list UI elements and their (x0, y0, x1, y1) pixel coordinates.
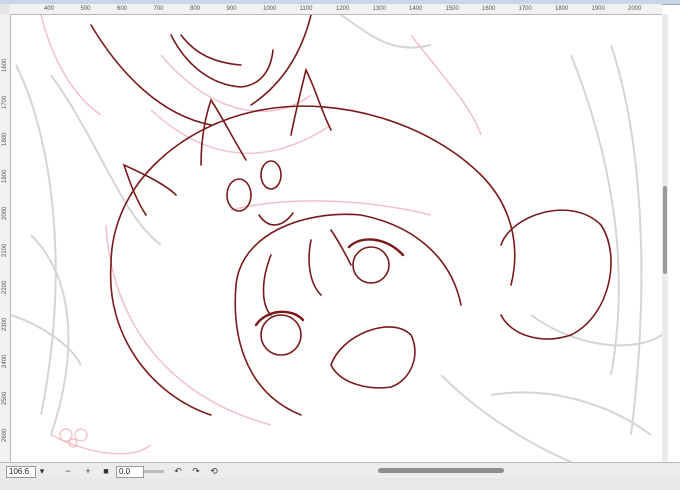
ruler-top-tick: 400 (44, 6, 55, 12)
ruler-left-tick: 2100 (2, 243, 8, 257)
zoom-out-dropdown-icon[interactable]: ▾ (36, 466, 48, 477)
rotation-input[interactable]: 0.0 (116, 466, 144, 478)
ruler-top-tick: 700 (153, 6, 164, 12)
sketch-artwork (11, 15, 662, 462)
rotate-left-icon[interactable]: ↶ (172, 466, 184, 477)
ruler-top-tick: 1600 (482, 6, 496, 12)
ruler-left: 1600 1700 1800 1900 2000 2100 2200 2300 2400 2500… (0, 14, 11, 462)
ruler-top-tick: 1500 (445, 6, 459, 12)
rotate-right-icon[interactable]: ↷ (190, 466, 202, 477)
ruler-top-tick: 1200 (336, 6, 350, 12)
ruler-left-tick: 1800 (2, 132, 8, 146)
ruler-left-tick: 2600 (2, 428, 8, 442)
horizontal-scroll-thumb[interactable] (378, 468, 504, 473)
ruler-top-tick: 1300 (372, 6, 386, 12)
navigator-bar: 106.6 ▾ − + ■ 0.0 ↶ ↷ ⟲ (0, 462, 680, 479)
ruler-left-tick: 1700 (2, 95, 8, 109)
drawing-canvas[interactable] (11, 15, 662, 462)
ruler-top-tick: 1700 (518, 6, 532, 12)
rotation-slider[interactable] (144, 470, 164, 473)
ruler-top-tick: 600 (117, 6, 128, 12)
ruler-left-tick: 1900 (2, 169, 8, 183)
ruler-left-tick: 2200 (2, 280, 8, 294)
ruler-left-tick: 2400 (2, 354, 8, 368)
ruler-top-tick: 1400 (409, 6, 423, 12)
status-strip (0, 478, 680, 490)
square-icon[interactable]: ■ (100, 466, 112, 477)
ruler-top-tick: 500 (80, 6, 91, 12)
ruler-left-tick: 1600 (2, 58, 8, 72)
vertical-scrollbar[interactable] (662, 14, 668, 462)
ruler-left-tick: 2000 (2, 206, 8, 220)
ruler-top-tick: 1100 (299, 6, 313, 12)
ruler-left-tick: 2300 (2, 317, 8, 331)
ruler-top-tick: 1800 (555, 6, 569, 12)
ruler-top-tick: 2000 (628, 6, 642, 12)
ruler-left-tick: 2500 (2, 391, 8, 405)
vertical-scroll-thumb[interactable] (663, 186, 667, 274)
reset-icon[interactable]: ⟲ (208, 466, 220, 477)
minus-icon[interactable]: − (62, 466, 74, 477)
ruler-top: 400 500 600 700 800 900 1000 1100 1200 1300 1400 15… (10, 4, 662, 15)
ruler-top-tick: 1900 (591, 6, 605, 12)
ruler-top-tick: 1000 (263, 6, 277, 12)
ruler-top-tick: 800 (190, 6, 201, 12)
ruler-top-tick: 900 (226, 6, 237, 12)
zoom-input[interactable]: 106.6 (6, 466, 36, 478)
plus-icon[interactable]: + (82, 466, 94, 477)
